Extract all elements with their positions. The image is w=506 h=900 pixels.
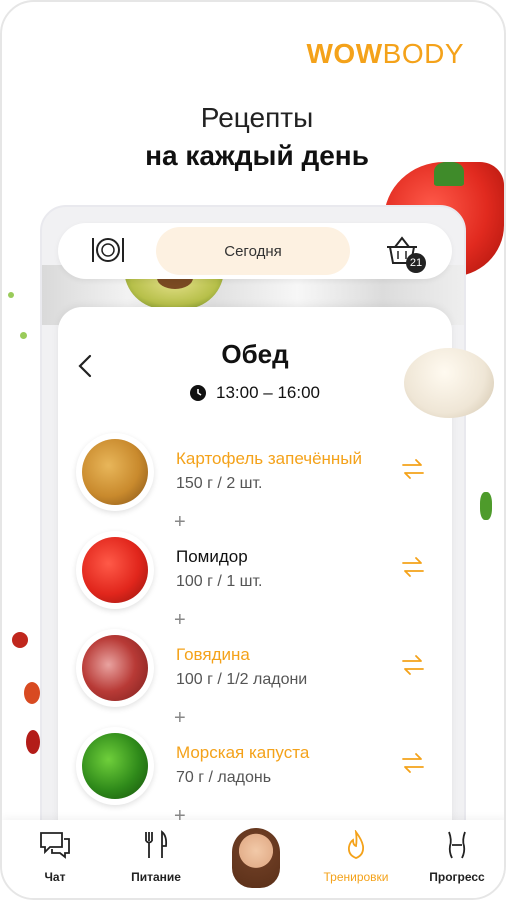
- page-frame: WOWBODY Рецепты на каждый день Сегодня 2…: [0, 0, 506, 900]
- today-tab[interactable]: Сегодня: [156, 227, 350, 275]
- nav-food-label: Питание: [131, 870, 181, 884]
- food-name: Картофель запечённый: [176, 449, 363, 468]
- food-name: Помидор: [176, 547, 248, 566]
- avatar[interactable]: [232, 828, 280, 888]
- pepper-stem-decoration: [434, 162, 464, 186]
- nav-food[interactable]: Питание: [116, 830, 196, 884]
- food-thumbnail: [76, 531, 154, 609]
- swap-icon[interactable]: [400, 555, 426, 579]
- pea-decoration: [20, 332, 27, 339]
- meal-card: Обед 13:00 – 16:00 Картофель запечённый …: [58, 307, 452, 853]
- food-amount: 70 г / ладонь: [176, 769, 272, 786]
- pepper-slice-decoration: [24, 682, 40, 704]
- food-amount: 100 г / 1 шт.: [176, 573, 263, 590]
- food-thumbnail: [76, 727, 154, 805]
- phone-mockup: Сегодня 21 Обед 13:00 – 16:00 Картофель …: [40, 205, 466, 855]
- pepper-slice-decoration-2: [26, 730, 40, 754]
- swap-icon[interactable]: [400, 653, 426, 677]
- nav-chat[interactable]: Чат: [15, 830, 95, 884]
- food-name: Говядина: [176, 645, 250, 664]
- clock-icon: [190, 385, 206, 401]
- body-silhouette-icon: [448, 831, 466, 859]
- meal-time: 13:00 – 16:00: [58, 383, 452, 403]
- list-item[interactable]: Морская капуста 70 г / ладонь: [58, 727, 452, 807]
- top-bar: Сегодня 21: [58, 223, 452, 279]
- food-amount: 150 г / 2 шт.: [176, 475, 263, 492]
- food-thumbnail: [76, 629, 154, 707]
- bottom-nav: Чат Питание Тренировки Прогресс: [2, 820, 504, 898]
- list-item[interactable]: Помидор 100 г / 1 шт.: [58, 531, 452, 611]
- chat-icon: [40, 832, 70, 859]
- food-amount: 100 г / 1/2 ладони: [176, 671, 308, 688]
- nav-workouts[interactable]: Тренировки: [316, 830, 396, 884]
- herb-decoration: [480, 492, 492, 520]
- swap-icon[interactable]: [400, 751, 426, 775]
- tomato-decoration: [12, 632, 28, 648]
- nav-workouts-label: Тренировки: [323, 870, 389, 884]
- list-item[interactable]: Картофель запечённый 150 г / 2 шт.: [58, 433, 452, 513]
- meal-time-label: 13:00 – 16:00: [216, 383, 320, 402]
- headline: Рецепты на каждый день: [2, 102, 504, 172]
- today-label: Сегодня: [224, 242, 282, 260]
- brand-logo-bold: WOW: [306, 38, 383, 69]
- brand-logo-light: BODY: [382, 38, 464, 69]
- plate-cutlery-icon[interactable]: [90, 235, 126, 265]
- pea-decoration-2: [8, 292, 14, 298]
- food-thumbnail: [76, 433, 154, 511]
- cutlery-icon: [145, 830, 168, 858]
- nav-chat-label: Чат: [44, 870, 66, 884]
- basket-count-badge: 21: [406, 253, 426, 273]
- flame-icon: [347, 830, 365, 859]
- meal-title: Обед: [221, 339, 289, 369]
- mushroom-decoration: [404, 348, 494, 418]
- headline-line1: Рецепты: [200, 102, 314, 133]
- list-item[interactable]: Говядина 100 г / 1/2 ладони: [58, 629, 452, 709]
- food-name: Морская капуста: [176, 743, 310, 762]
- nav-progress[interactable]: Прогресс: [417, 830, 497, 884]
- swap-icon[interactable]: [400, 457, 426, 481]
- brand-logo: WOWBODY: [307, 38, 465, 70]
- nav-progress-label: Прогресс: [429, 870, 485, 884]
